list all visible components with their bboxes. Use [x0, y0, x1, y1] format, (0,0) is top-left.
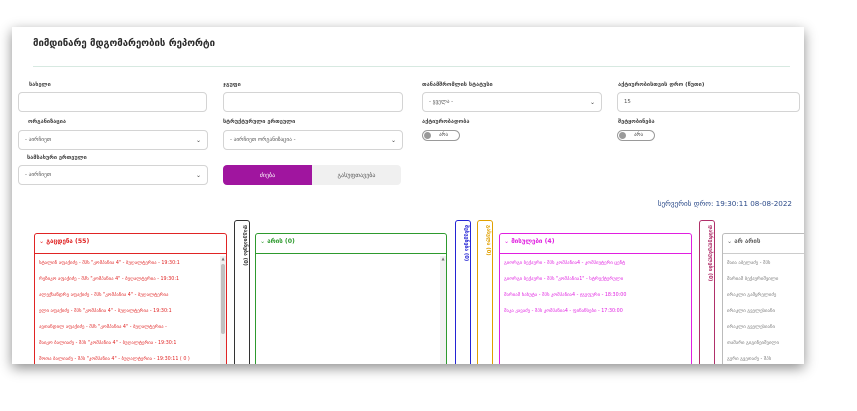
scroll-thumb[interactable]	[221, 264, 225, 334]
panel-divider	[256, 253, 446, 254]
search-button[interactable]: ძიება	[223, 165, 312, 185]
chevron-down-icon: ⌄	[727, 238, 733, 245]
list-item[interactable]: მაია აბელაძე - შპს	[727, 261, 770, 266]
delay-panel[interactable]: დაგვიანება (0)	[234, 220, 250, 364]
list-item[interactable]: გური გვეთაძე - შპს	[727, 357, 771, 362]
structural-unit-label: სტრუქტურული ერთეული	[223, 119, 296, 125]
organization-value: - აირჩიეთ	[25, 137, 52, 143]
arrived-panel: ⌄ მისულები (4) გიორგი ბექაური - შპს კომპა…	[499, 233, 692, 364]
structural-unit-select[interactable]: - აირჩიეთ ორგანიზაცია - ⌄	[223, 130, 403, 150]
chevron-down-icon: ⌄	[390, 137, 396, 144]
delay-panel-title: დაგვიანება (0)	[242, 225, 248, 266]
late-scrollbar[interactable]: ▲	[220, 256, 226, 364]
name-label: სახელი	[29, 82, 51, 88]
list-item[interactable]: ავთანდილ აფაქიძე - შპს "კომპანია 4" - ბუ…	[39, 325, 167, 330]
late-panel: ⌄ გაცდენა (55) სტალინ აფაქიძე - შპს "კომპ…	[34, 233, 227, 364]
list-item[interactable]: მაიკო ბალიაძე - შპს "კომპანია 4" - ბუღალ…	[39, 341, 176, 346]
exit-panel-title: გასვლა (0)	[485, 225, 491, 256]
activity-time-input[interactable]: 15	[617, 92, 800, 112]
list-item[interactable]: ირაკლი გამყრელიძე	[727, 293, 776, 298]
territorial-unit-select[interactable]: - აირჩიეთ ⌄	[18, 165, 208, 185]
title-divider	[33, 66, 790, 67]
structural-unit-value: - აირჩიეთ ორგანიზაცია -	[230, 137, 296, 143]
chevron-down-icon: ⌄	[504, 238, 510, 245]
list-item[interactable]: თამარი გიგინეიშვილი	[727, 341, 779, 346]
report-window: მიმდინარე მდგომარეობის რეპორტი სახელი ჯგ…	[12, 27, 804, 364]
list-item[interactable]: მარიამ ბექაურიშვილი	[727, 277, 778, 282]
chevron-down-icon: ⌄	[39, 238, 45, 245]
chevron-down-icon: ⌄	[195, 137, 201, 144]
employee-status-select[interactable]: - ყველა - ⌄	[422, 92, 602, 112]
panel-divider	[35, 253, 226, 254]
toggle-knob	[619, 132, 626, 139]
activity-toggle-text: არა	[439, 132, 449, 138]
organization-label: ორგანიზაცია	[28, 119, 66, 125]
list-item[interactable]: ირაკლი გველესიანი	[727, 325, 775, 330]
territorial-unit-label: სამსახური ერთეული	[27, 155, 87, 161]
present-scrollbar[interactable]: ▲	[440, 256, 446, 364]
arrived-panel-title: მისულები (4)	[511, 238, 555, 245]
list-item[interactable]: შოთა ბალიაძე - შპს "კომპანია 4" - ბუღალტ…	[39, 357, 190, 362]
absent-panel-header[interactable]: ⌄ არ არის	[727, 238, 760, 245]
name-input[interactable]	[18, 92, 207, 112]
group-label: ჯგუფი	[223, 82, 241, 88]
absent-panel-title: არ არის	[734, 238, 761, 245]
notification-toggle-text: არა	[634, 132, 644, 138]
completed-panel-title: დასრულებულები (0)	[707, 225, 713, 282]
activity-toggle[interactable]: არა	[422, 130, 460, 141]
arrived-panel-header[interactable]: ⌄ მისულები (4)	[504, 238, 555, 245]
list-item[interactable]: ირაკლი გველესიანი	[727, 309, 775, 314]
break-panel[interactable]: შესვენება (0)	[455, 220, 471, 364]
scroll-up-icon[interactable]: ▲	[440, 256, 446, 261]
exit-panel[interactable]: გასვლა (0)	[477, 220, 493, 364]
group-input[interactable]	[223, 92, 403, 112]
late-panel-header[interactable]: ⌄ გაცდენა (55)	[39, 238, 89, 245]
notification-label: შეტყობინება	[618, 119, 655, 125]
panel-divider	[723, 253, 804, 254]
employee-status-value: - ყველა -	[429, 99, 454, 105]
activity-time-label: აქტიურობისთვის დრო (წუთი)	[618, 82, 705, 88]
territorial-unit-value: - აირჩიეთ	[25, 172, 52, 178]
chevron-down-icon: ⌄	[260, 238, 266, 245]
list-item[interactable]: სტალინ აფაქიძე - შპს "კომპანია 4" - ბუღა…	[39, 261, 180, 266]
toggle-knob	[424, 132, 431, 139]
absent-panel: ⌄ არ არის მაია აბელაძე - შპს მარიამ ბექაუ…	[722, 233, 804, 364]
scroll-up-icon[interactable]: ▲	[220, 256, 226, 261]
break-panel-title: შესვენება (0)	[463, 225, 469, 262]
server-time: სერვერის დრო: 19:30:11 08-08-2022	[657, 199, 792, 208]
organization-select[interactable]: - აირჩიეთ ⌄	[18, 130, 208, 150]
list-item[interactable]: გიორგი ბექაური - შპს კომპანია4 - კომპიუტ…	[504, 261, 625, 266]
list-item[interactable]: ელი აფაქიძე - შპს "კომპანია 4" - ბუღალტე…	[39, 309, 172, 314]
employee-status-label: თანამშრომლის სტატუსი	[422, 82, 493, 88]
activity-time-value: 15	[624, 99, 631, 105]
list-item[interactable]: რეზიკო აფაქიძე - შპს "კომპანია 4" - ბუღა…	[39, 277, 179, 282]
activity-label: აქტიურობადობა	[422, 119, 470, 125]
chevron-down-icon: ⌄	[589, 99, 595, 106]
list-item[interactable]: მარიამ ხახუტა - შპს კომპანია4 - ჯგუფური …	[504, 293, 626, 298]
completed-panel[interactable]: დასრულებულები (0)	[699, 220, 715, 364]
list-item[interactable]: მაკა კავაძე - შპს კომპანია4 - ფინანსები …	[504, 309, 623, 314]
list-item[interactable]: გიორგი ბექაური - შპს "კომპანია1" - სტრუქ…	[504, 277, 623, 282]
present-panel-header[interactable]: ⌄ არის (0)	[260, 238, 295, 245]
notification-toggle[interactable]: არა	[617, 130, 655, 141]
panel-divider	[500, 253, 691, 254]
present-panel: ⌄ არის (0) ▲	[255, 233, 447, 364]
clear-button[interactable]: გასუფთავება	[312, 165, 401, 185]
list-item[interactable]: ალექსანდრე აფაქიძე - შპს "კომპანია 4" - …	[39, 293, 168, 298]
late-panel-title: გაცდენა (55)	[46, 238, 90, 245]
present-panel-title: არის (0)	[267, 238, 295, 245]
chevron-down-icon: ⌄	[195, 172, 201, 179]
page-title: მიმდინარე მდგომარეობის რეპორტი	[33, 38, 216, 49]
